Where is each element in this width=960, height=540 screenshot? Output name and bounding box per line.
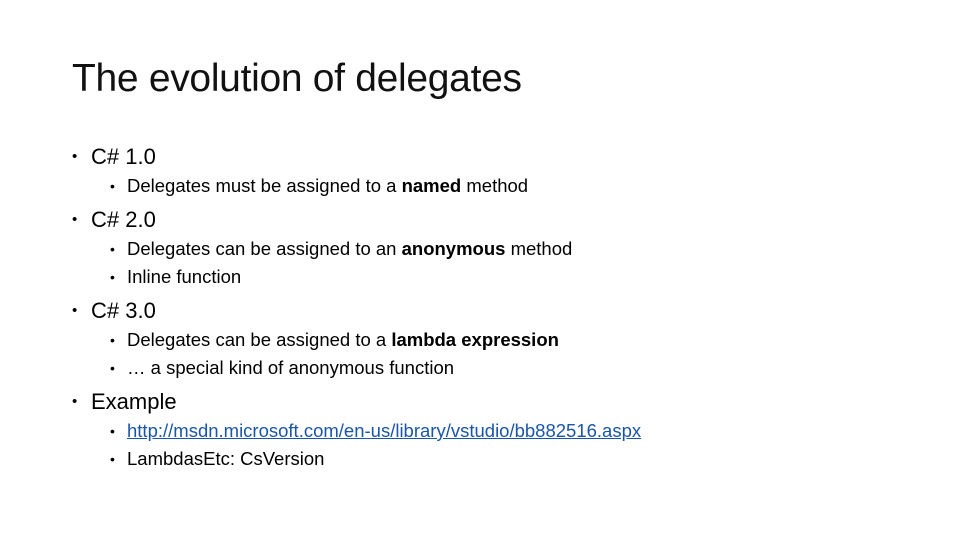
- list-item: • Inline function: [72, 263, 641, 291]
- bullet-icon: •: [72, 148, 78, 165]
- list-item: • Delegates can be assigned to an anonym…: [72, 235, 641, 263]
- bullet-icon: •: [72, 393, 78, 410]
- section-heading-text: Example: [91, 389, 177, 414]
- section-heading-text: C# 1.0: [91, 144, 156, 169]
- bullet-icon: •: [110, 332, 115, 348]
- section-csharp-1: • C# 1.0 • Delegates must be assigned to…: [72, 142, 641, 200]
- section-csharp-3: • C# 3.0 • Delegates can be assigned to …: [72, 296, 641, 382]
- list-item-text: Delegates can be assigned to an: [127, 238, 402, 259]
- section-example: • Example • http://msdn.microsoft.com/en…: [72, 387, 641, 473]
- list-item: • http://msdn.microsoft.com/en-us/librar…: [72, 417, 641, 445]
- section-heading: • C# 1.0: [72, 142, 641, 172]
- bullet-icon: •: [110, 423, 115, 439]
- list-item-bold: named: [401, 175, 462, 196]
- list-item: • LambdasEtc: CsVersion: [72, 445, 641, 473]
- section-heading: • C# 3.0: [72, 296, 641, 326]
- bullet-icon: •: [72, 302, 78, 319]
- bullet-icon: •: [110, 178, 115, 194]
- list-item-text: Delegates can be assigned to a: [127, 329, 392, 350]
- section-heading-text: C# 3.0: [91, 298, 156, 323]
- list-item-bold: anonymous: [401, 238, 506, 259]
- slide-title: The evolution of delegates: [72, 57, 522, 100]
- list-item: • Delegates must be assigned to a named …: [72, 172, 641, 200]
- list-item-text: … a special kind of anonymous function: [127, 357, 455, 378]
- list-item-text: method: [505, 238, 573, 259]
- bullet-icon: •: [110, 360, 115, 376]
- slide-content: • C# 1.0 • Delegates must be assigned to…: [72, 142, 641, 478]
- bullet-icon: •: [110, 269, 115, 285]
- msdn-link[interactable]: http://msdn.microsoft.com/en-us/library/…: [127, 420, 641, 441]
- list-item-text: Inline function: [127, 266, 242, 287]
- list-item-text: Delegates must be assigned to a: [127, 175, 402, 196]
- section-csharp-2: • C# 2.0 • Delegates can be assigned to …: [72, 205, 641, 291]
- section-heading: • Example: [72, 387, 641, 417]
- list-item: • … a special kind of anonymous function: [72, 354, 641, 382]
- list-item-text: method: [461, 175, 529, 196]
- bullet-icon: •: [72, 211, 78, 228]
- list-item: • Delegates can be assigned to a lambda …: [72, 326, 641, 354]
- list-item-bold: lambda expression: [391, 329, 559, 350]
- bullet-icon: •: [110, 241, 115, 257]
- section-heading: • C# 2.0: [72, 205, 641, 235]
- list-item-text: LambdasEtc: CsVersion: [127, 448, 325, 469]
- bullet-icon: •: [110, 451, 115, 467]
- section-heading-text: C# 2.0: [91, 207, 156, 232]
